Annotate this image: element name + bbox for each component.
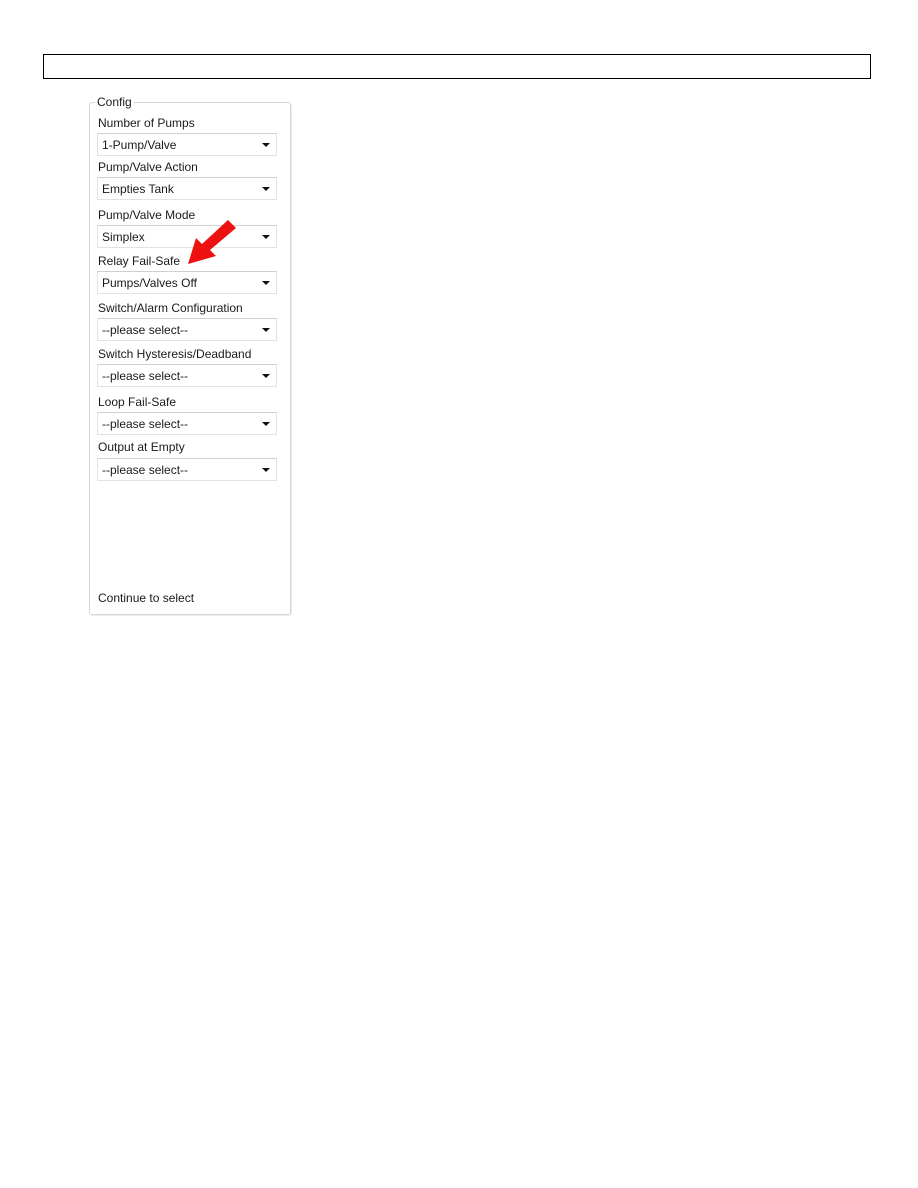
- loop-fail-safe-value: --please select--: [102, 417, 189, 431]
- relay-fail-safe-value: Pumps/Valves Off: [102, 276, 197, 290]
- pump-valve-action-label: Pump/Valve Action: [98, 160, 198, 174]
- chevron-down-icon[interactable]: [262, 374, 270, 378]
- number-of-pumps-dropdown[interactable]: 1-Pump/Valve: [97, 133, 277, 156]
- relay-fail-safe-label: Relay Fail-Safe: [98, 254, 181, 268]
- switch-hysteresis-deadband-dropdown[interactable]: --please select--: [97, 364, 277, 387]
- loop-fail-safe-label: Loop Fail-Safe: [98, 395, 177, 409]
- continue-to-select-text: Continue to select: [98, 591, 195, 605]
- output-at-empty-dropdown[interactable]: --please select--: [97, 458, 277, 481]
- chevron-down-icon[interactable]: [262, 422, 270, 426]
- chevron-down-icon[interactable]: [262, 187, 270, 191]
- red-arrow-shape: [188, 220, 236, 264]
- chevron-down-icon[interactable]: [262, 143, 270, 147]
- number-of-pumps-label: Number of Pumps: [98, 116, 195, 130]
- switch-alarm-configuration-value: --please select--: [102, 323, 189, 337]
- pump-valve-action-dropdown[interactable]: Empties Tank: [97, 177, 277, 200]
- pump-valve-action-value: Empties Tank: [102, 182, 174, 196]
- header-box: [43, 54, 871, 79]
- output-at-empty-label: Output at Empty: [98, 440, 185, 454]
- pump-valve-mode-value: Simplex: [102, 230, 145, 244]
- output-at-empty-value: --please select--: [102, 463, 189, 477]
- switch-alarm-configuration-label: Switch/Alarm Configuration: [98, 301, 243, 315]
- switch-alarm-configuration-dropdown[interactable]: --please select--: [97, 318, 277, 341]
- loop-fail-safe-dropdown[interactable]: --please select--: [97, 412, 277, 435]
- pump-valve-mode-label: Pump/Valve Mode: [98, 208, 196, 222]
- chevron-down-icon[interactable]: [262, 468, 270, 472]
- switch-hysteresis-deadband-value: --please select--: [102, 369, 189, 383]
- config-group-legend: Config: [95, 95, 134, 109]
- red-arrow-icon: [188, 220, 236, 264]
- chevron-down-icon[interactable]: [262, 281, 270, 285]
- chevron-down-icon[interactable]: [262, 235, 270, 239]
- switch-hysteresis-deadband-label: Switch Hysteresis/Deadband: [98, 347, 252, 361]
- relay-fail-safe-dropdown[interactable]: Pumps/Valves Off: [97, 271, 277, 294]
- chevron-down-icon[interactable]: [262, 328, 270, 332]
- number-of-pumps-value: 1-Pump/Valve: [102, 138, 177, 152]
